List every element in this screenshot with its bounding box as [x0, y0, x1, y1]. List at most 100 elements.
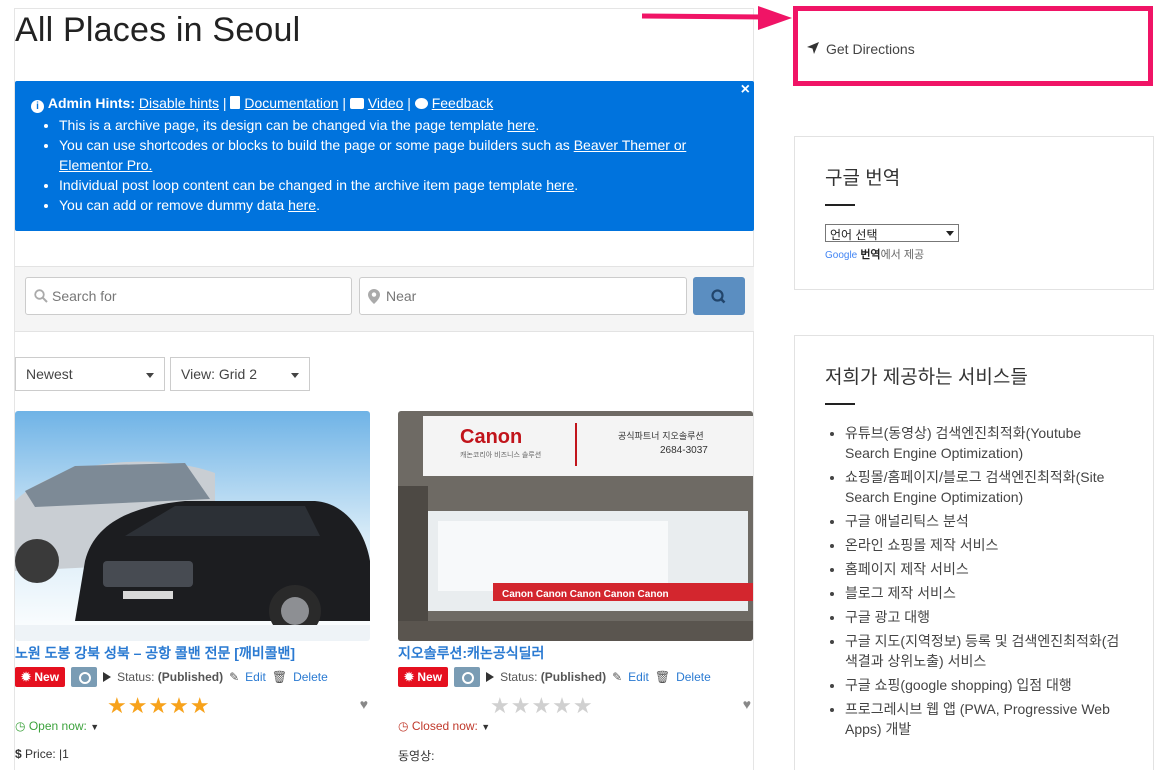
hint-link[interactable]: here	[288, 197, 316, 213]
hint-item: You can use shortcodes or blocks to buil…	[59, 135, 738, 175]
view-select[interactable]: View: Grid 2	[170, 357, 310, 391]
service-item: 홈페이지 제작 서비스	[845, 559, 1123, 579]
chevron-down-icon	[291, 373, 299, 378]
rating: ★★★★★ ♥	[398, 693, 753, 718]
rating-stars[interactable]: ★★★★★	[490, 693, 594, 719]
heart-icon[interactable]: ♥	[743, 696, 751, 712]
divider	[825, 403, 855, 405]
rating-stars[interactable]: ★★★★★	[107, 693, 211, 719]
edit-link[interactable]: Edit	[245, 670, 266, 684]
service-item: 구글 광고 대행	[845, 607, 1123, 627]
get-directions-link[interactable]: Get Directions	[826, 41, 915, 57]
pencil-icon: ✎	[229, 670, 240, 684]
video-link[interactable]: Video	[368, 95, 404, 111]
listing-image[interactable]: Canon 캐논코리아 비즈니스 솔루션 공식파트너 지오솔루션 2684-30…	[398, 411, 753, 641]
translate-link[interactable]: 번역	[860, 249, 880, 261]
clock-icon: ◷	[15, 719, 26, 733]
delete-link[interactable]: Delete	[676, 670, 711, 684]
video-label: 동영상:	[398, 749, 435, 763]
pointer-arrow-icon	[641, 6, 792, 30]
service-item: 유튜브(동영상) 검색엔진최적화(Youtube Search Engine O…	[845, 423, 1123, 463]
search-input[interactable]: Search for	[25, 277, 352, 315]
disable-hints-link[interactable]: Disable hints	[139, 95, 219, 111]
near-placeholder: Near	[386, 288, 417, 304]
hint-link[interactable]: here	[507, 117, 535, 133]
sign-sub: 캐논코리아 비즈니스 솔루션	[460, 450, 541, 459]
heart-icon[interactable]: ♥	[360, 696, 368, 712]
delete-link[interactable]: Delete	[293, 670, 328, 684]
google-provider: Google 번역에서 제공	[825, 249, 925, 261]
feedback-link[interactable]: Feedback	[432, 95, 493, 111]
status-label: Status: (Published)	[500, 670, 607, 684]
service-item: 온라인 쇼핑몰 제작 서비스	[845, 535, 1123, 555]
hint-link[interactable]: here	[546, 177, 574, 193]
service-item: 쇼핑몰/홈페이지/블로그 검색엔진최적화(Site Search Engine …	[845, 467, 1123, 507]
navigation-arrow-icon	[807, 42, 819, 54]
hints-header: i Admin Hints: Disable hints | Documenta…	[31, 95, 738, 113]
divider	[825, 204, 855, 206]
listing-meta: ✹ New Status: (Published) ✎ Edit 🗑 Delet…	[15, 667, 370, 687]
van-photo	[15, 411, 370, 641]
services-title: 저희가 제공하는 서비스들	[825, 367, 1028, 388]
listing-meta: ✹ New Status: (Published) ✎ Edit 🗑 Delet…	[398, 667, 753, 687]
hint-item: This is a archive page, its design can b…	[59, 115, 738, 135]
listing-image[interactable]	[15, 411, 370, 641]
search-icon	[711, 289, 726, 304]
open-status[interactable]: ◷ Open now: ▼	[15, 719, 370, 733]
storefront-photo: Canon 캐논코리아 비즈니스 솔루션 공식파트너 지오솔루션 2684-30…	[398, 411, 753, 641]
status-label: Status: (Published)	[117, 670, 224, 684]
hint-item: You can add or remove dummy data here.	[59, 195, 738, 215]
price: $ Price: |1	[15, 747, 69, 761]
trash-icon: 🗑	[654, 670, 671, 684]
trash-icon: 🗑	[271, 670, 288, 684]
chevron-down-icon	[946, 231, 954, 236]
main-content: All Places in Seoul × i Admin Hints: Dis…	[14, 8, 754, 770]
open-status[interactable]: ◷ Closed now: ▼	[398, 719, 753, 733]
sign-partner: 공식파트너 지오솔루션	[618, 431, 704, 442]
play-icon	[103, 672, 112, 682]
play-icon	[486, 672, 495, 682]
new-badge: ✹ New	[15, 667, 66, 687]
pencil-icon: ✎	[612, 670, 623, 684]
chevron-down-icon	[146, 373, 154, 378]
page-title: All Places in Seoul	[15, 11, 301, 49]
sort-select[interactable]: Newest	[15, 357, 165, 391]
service-item: 구글 지도(지역정보) 등록 및 검색엔진최적화(검색결과 상위노출) 서비스	[845, 631, 1123, 671]
book-icon	[230, 96, 241, 109]
get-directions-box: Get Directions	[793, 6, 1153, 86]
search-placeholder: Search for	[52, 288, 117, 304]
documentation-link[interactable]: Documentation	[244, 95, 338, 111]
link-icon[interactable]	[71, 667, 98, 687]
translate-widget: 구글 번역 언어 선택 Google 번역에서 제공	[794, 136, 1154, 290]
video-camera-icon	[349, 98, 364, 109]
edit-link[interactable]: Edit	[628, 670, 649, 684]
search-icon	[34, 289, 48, 303]
hints-heading: Admin Hints:	[47, 95, 135, 111]
clock-icon: ◷	[398, 719, 409, 733]
service-item: 구글 애널리틱스 분석	[845, 511, 1123, 531]
language-select[interactable]: 언어 선택	[825, 224, 959, 242]
info-icon: i	[31, 100, 44, 113]
listing-card: Canon 캐논코리아 비즈니스 솔루션 공식파트너 지오솔루션 2684-30…	[398, 411, 753, 770]
service-item: 구글 쇼핑(google shopping) 입점 대행	[845, 675, 1123, 695]
translate-title: 구글 번역	[825, 168, 901, 189]
svg-text:Canon Canon Canon Canon: Canon Canon Canon Canon Canon	[502, 589, 669, 600]
new-badge: ✹ New	[398, 667, 449, 687]
close-hints-button[interactable]: ×	[741, 81, 750, 99]
service-item: 블로그 제작 서비스	[845, 583, 1123, 603]
map-pin-icon	[368, 289, 380, 304]
sort-selected: Newest	[26, 366, 73, 382]
google-logo: Google	[825, 250, 858, 261]
speech-bubble-icon	[414, 98, 428, 109]
hint-item: Individual post loop content can be chan…	[59, 175, 738, 195]
service-item: 프로그레시브 웹 앱 (PWA, Progressive Web Apps) 개…	[845, 699, 1123, 739]
services-list: 유튜브(동영상) 검색엔진최적화(Youtube Search Engine O…	[825, 423, 1123, 739]
admin-hints-panel: × i Admin Hints: Disable hints | Documen…	[15, 81, 754, 231]
rating: ★★★★★ ♥	[15, 693, 370, 718]
listing-title[interactable]: 지오솔루션:캐논공식딜러	[398, 643, 753, 663]
listing-title[interactable]: 노원 도봉 강북 성북 – 공항 콜밴 전문 [깨비콜밴]	[15, 643, 370, 663]
near-input[interactable]: Near	[359, 277, 687, 315]
link-icon[interactable]	[454, 667, 481, 687]
search-submit-button[interactable]	[693, 277, 745, 315]
hints-list: This is a archive page, its design can b…	[31, 115, 738, 215]
